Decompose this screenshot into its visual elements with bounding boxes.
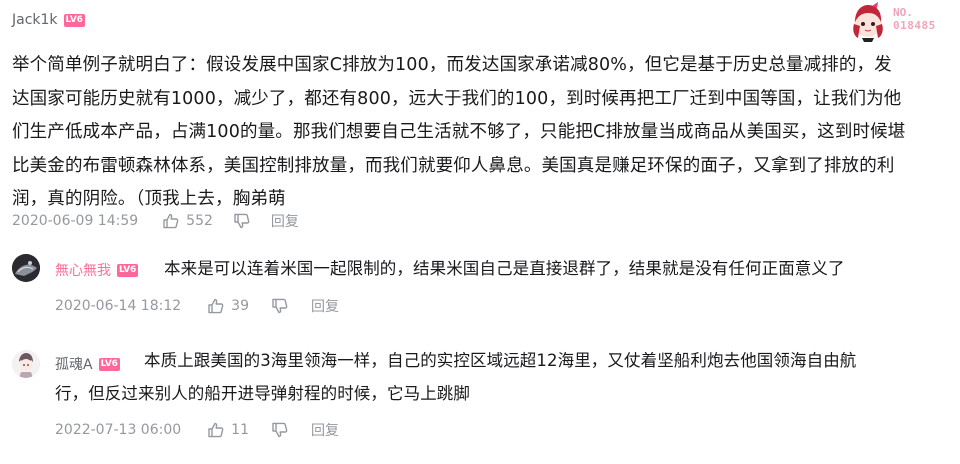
reply-dislike-button[interactable] [271, 421, 289, 439]
reply-timestamp: 2022-07-13 06:00 [55, 422, 182, 438]
reply-reply-button[interactable]: 回复 [311, 420, 339, 440]
reply-timestamp: 2020-06-14 18:12 [55, 298, 182, 314]
reply-like-button[interactable]: 11 [207, 421, 249, 439]
fan-badge-prefix: NO. [893, 6, 913, 19]
reply-like-count: 39 [231, 298, 249, 314]
main-comment-line: 比美金的布雷顿森林体系，美国控制排放量，而我们就要仰人鼻息。美国真是赚足环保的面… [12, 155, 895, 176]
avatar-image-icon [12, 254, 40, 282]
reply-level-badge: LV6 [117, 263, 139, 277]
reply-like-count: 11 [231, 422, 249, 438]
thumbs-up-icon [207, 297, 225, 315]
thumbs-up-icon [207, 421, 225, 439]
reply-username[interactable]: 孤魂A [55, 354, 93, 374]
reply-meta: 2020-06-14 18:12 39 回复 [55, 296, 339, 316]
reply-level-badge: LV6 [98, 357, 120, 371]
reply-line: 本质上跟美国的3海里领海一样，自己的实控区域远超12海里，又仗着坚船利炮去他国领… [144, 351, 857, 370]
main-comment-line: 们生产低成本产品，占满100的量。那我们想要自己生活就不够了，只能把C排放量当成… [12, 122, 906, 142]
thumbs-down-icon [271, 297, 289, 315]
reply-text: 本质上跟美国的3海里领海一样，自己的实控区域远超12海里，又仗着坚船利炮去他国领… [144, 345, 954, 376]
reply-text: 本来是可以连着米国一起限制的，结果米国自己是直接退群了，结果就是没有任何正面意义… [164, 253, 954, 284]
thumbs-down-icon [233, 212, 251, 230]
reply-text-continuation: 行，但反过来别人的船开进导弹射程的时候，它马上跳脚 [55, 378, 950, 409]
reply-line: 本来是可以连着米国一起限制的，结果米国自己是直接退群了，结果就是没有任何正面意义… [164, 259, 845, 278]
avatar[interactable] [12, 350, 40, 378]
reply-header: 孤魂A LV6 [55, 354, 120, 374]
main-comment-meta: 2020-06-09 14:59 552 回复 [12, 211, 299, 231]
thumbs-up-icon [162, 212, 180, 230]
reply-item: 無心無我 LV6 本来是可以连着米国一起限制的，结果米国自己是直接退群了，结果就… [0, 244, 960, 330]
avatar[interactable] [12, 254, 40, 282]
reply-item: 孤魂A LV6 本质上跟美国的3海里领海一样，自己的实控区域远超12海里，又仗着… [0, 338, 960, 458]
reply-meta: 2022-07-13 06:00 11 回复 [55, 420, 339, 440]
reply-header: 無心無我 LV6 [55, 260, 139, 280]
main-comment-like-button[interactable]: 552 [162, 212, 213, 230]
main-comment-text: 举个简单例子就明白了：假设发展中国家C排放为100，而发达国家承诺减80%，但它… [12, 49, 952, 217]
avatar-decoration [848, 2, 888, 42]
main-comment-line: 举个简单例子就明白了：假设发展中国家C排放为100，而发达国家承诺减80%，但它… [12, 55, 892, 75]
reply-username[interactable]: 無心無我 [55, 260, 111, 280]
anime-girl-avatar [853, 2, 883, 42]
avatar-image-icon [12, 350, 40, 378]
thumbs-down-icon [271, 421, 289, 439]
main-comment: Jack1k LV6 举个简单例子就明白了：假设发展中国家C排放为100，而发达… [0, 0, 960, 240]
fan-badge-number: NO. 018485 [893, 6, 936, 32]
reply-reply-button[interactable]: 回复 [311, 296, 339, 316]
main-comment-username[interactable]: Jack1k [12, 12, 58, 28]
main-comment-reply-button[interactable]: 回复 [271, 211, 299, 231]
main-comment-dislike-button[interactable] [233, 212, 251, 230]
main-comment-line: 达国家可能历史就有1000，减少了，都还有800，远大于我们的100，到时候再把… [12, 88, 902, 109]
main-comment-header: Jack1k LV6 [12, 12, 85, 28]
reply-dislike-button[interactable] [271, 297, 289, 315]
reply-line: 行，但反过来别人的船开进导弹射程的时候，它马上跳脚 [55, 384, 470, 403]
reply-like-button[interactable]: 39 [207, 297, 249, 315]
main-comment-timestamp: 2020-06-09 14:59 [12, 213, 139, 229]
fan-badge-value: 018485 [893, 19, 936, 32]
main-comment-level-badge: LV6 [63, 13, 85, 27]
main-comment-like-count: 552 [186, 213, 213, 229]
